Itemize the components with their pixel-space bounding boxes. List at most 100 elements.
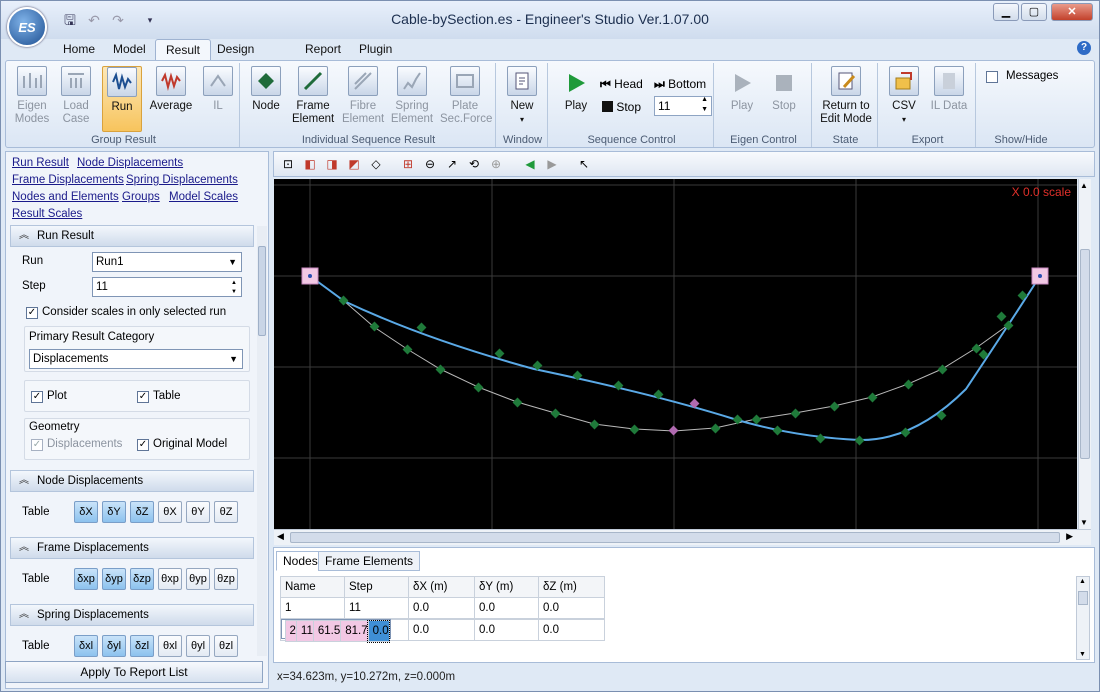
column-header-dz[interactable]: δZ (m) — [538, 576, 605, 598]
cell-dz-current[interactable]: 0.0 — [367, 619, 391, 643]
messages-checkbox[interactable] — [986, 71, 998, 83]
step-input[interactable]: 11 ▲ ▼ — [92, 277, 242, 297]
cell-name[interactable]: 2 — [284, 620, 297, 642]
tab-result[interactable]: Result — [155, 39, 212, 61]
bottom-button[interactable]: ⏭ Bottom — [654, 77, 706, 92]
node-marker[interactable] — [790, 408, 801, 419]
cell-dx[interactable]: 0.0 — [408, 597, 475, 619]
node-marker[interactable] — [732, 414, 743, 425]
pointer-icon[interactable]: ↖ — [576, 156, 592, 172]
back-arrow-icon[interactable]: ◀ — [522, 156, 538, 172]
view-front-icon[interactable]: ◧ — [302, 156, 318, 172]
run-button[interactable]: Run — [102, 66, 142, 132]
eigen-play-button[interactable]: Play — [726, 66, 758, 113]
node-ry-toggle[interactable]: θY — [186, 501, 210, 523]
il-data-button[interactable]: IL Data — [928, 66, 970, 113]
node-marker[interactable] — [416, 322, 427, 333]
cell-dy[interactable]: 81.7 — [340, 620, 369, 642]
node-marker[interactable] — [402, 344, 413, 355]
original-model-checkbox[interactable]: ✓ — [137, 439, 149, 451]
cell-step[interactable]: 11 — [295, 620, 314, 642]
node-marker[interactable] — [473, 382, 484, 393]
node-dz-toggle[interactable]: δZ — [130, 501, 154, 523]
minimize-button[interactable]: ▁ — [993, 3, 1019, 21]
spring-rzl-toggle[interactable]: θzl — [214, 635, 238, 657]
tab-home[interactable]: Home — [53, 39, 105, 61]
spring-dzl-toggle[interactable]: δzl — [130, 635, 154, 657]
tab-plugin[interactable]: Plugin — [349, 39, 402, 61]
left-panel-scrollbar[interactable] — [257, 226, 267, 656]
node-marker[interactable] — [815, 433, 826, 444]
node-marker[interactable] — [903, 379, 914, 390]
run-result-header[interactable]: ︽ Run Result — [10, 225, 254, 247]
link-run-result[interactable]: Run Result — [12, 157, 69, 169]
spring-ryl-toggle[interactable]: θyl — [186, 635, 210, 657]
play-button[interactable]: Play — [558, 66, 594, 113]
cell-dz[interactable]: 0.0 — [538, 619, 605, 641]
selected-node-marker[interactable] — [668, 425, 679, 436]
node-marker[interactable] — [710, 423, 721, 434]
cell-dx[interactable]: 61.5 — [312, 620, 342, 642]
view-side-icon[interactable]: ◩ — [346, 156, 362, 172]
node-marker[interactable] — [629, 424, 640, 435]
link-spring-displacements[interactable]: Spring Displacements — [126, 174, 238, 186]
scroll-down-icon[interactable]: ▼ — [1080, 518, 1088, 527]
scroll-down-icon[interactable]: ▼ — [1079, 651, 1086, 658]
node-dy-toggle[interactable]: δY — [102, 501, 126, 523]
model-viewport[interactable]: X 0.0 scale — [274, 179, 1077, 529]
link-model-scales[interactable]: Model Scales — [169, 191, 238, 203]
step-spinner[interactable]: 11 ▲ ▼ — [654, 96, 712, 116]
close-button[interactable]: ✕ — [1051, 3, 1093, 21]
apply-to-report-button[interactable]: Apply To Report List — [5, 661, 263, 683]
scroll-up-icon[interactable]: ▲ — [1080, 181, 1088, 190]
column-header-dy[interactable]: δY (m) — [474, 576, 539, 598]
fibre-element-button[interactable]: Fibre Element — [342, 66, 384, 126]
fit-all-icon[interactable]: ⊡ — [280, 156, 296, 172]
node-marker[interactable] — [772, 425, 783, 436]
geometry-displacements-checkbox[interactable]: ✓ — [31, 439, 43, 451]
head-button[interactable]: ⏮ Head — [600, 77, 643, 92]
cell-dy[interactable]: 0.0 — [474, 597, 539, 619]
link-node-displacements[interactable]: Node Displacements — [77, 157, 183, 169]
column-header-step[interactable]: Step — [344, 576, 409, 598]
viewport-vertical-scrollbar[interactable]: ▲ ▼ — [1078, 179, 1091, 529]
link-result-scales[interactable]: Result Scales — [12, 208, 82, 220]
il-button[interactable]: IL — [200, 66, 236, 113]
spring-displacements-header[interactable]: ︽ Spring Displacements — [10, 604, 254, 626]
node-marker[interactable] — [751, 414, 762, 425]
cell-name[interactable]: 1 — [280, 597, 345, 619]
viewport-horizontal-scrollbar[interactable]: ◀ ▶ — [274, 529, 1091, 545]
spring-element-button[interactable]: Spring Element — [390, 66, 434, 126]
frame-rzp-toggle[interactable]: θzp — [214, 568, 238, 590]
consider-scales-checkbox[interactable]: ✓ — [26, 307, 38, 319]
table-checkbox[interactable]: ✓ — [137, 391, 149, 403]
app-logo[interactable]: ES — [7, 7, 47, 47]
node-marker[interactable] — [435, 364, 446, 375]
node-marker[interactable] — [550, 408, 561, 419]
average-button[interactable]: Average — [148, 66, 194, 113]
scrollbar-thumb[interactable] — [1078, 591, 1088, 605]
link-groups[interactable]: Groups — [122, 191, 160, 203]
cell-dz[interactable]: 0.0 — [538, 597, 605, 619]
frame-rxp-toggle[interactable]: θxp — [158, 568, 182, 590]
node-dx-toggle[interactable]: δX — [74, 501, 98, 523]
stop-button[interactable]: Stop — [602, 100, 641, 114]
spinner-arrows-icon[interactable]: ▲ ▼ — [701, 95, 708, 115]
scrollbar-thumb[interactable] — [258, 246, 266, 336]
node-displacements-header[interactable]: ︽ Node Displacements — [10, 470, 254, 492]
frame-dzp-toggle[interactable]: δzp — [130, 568, 154, 590]
node-marker[interactable] — [829, 401, 840, 412]
spring-dxl-toggle[interactable]: δxl — [74, 635, 98, 657]
forward-arrow-icon[interactable]: ▶ — [544, 156, 560, 172]
rotate-icon[interactable]: ⟲ — [466, 156, 482, 172]
scrollbar-thumb[interactable] — [290, 532, 1060, 543]
scroll-left-icon[interactable]: ◀ — [277, 531, 284, 542]
zoom-window-icon[interactable]: ⊞ — [400, 156, 416, 172]
cell-dy[interactable]: 0.0 — [474, 619, 539, 641]
node-button[interactable]: Node — [248, 66, 284, 113]
tab-frame-elements[interactable]: Frame Elements — [318, 551, 421, 571]
category-select[interactable]: Displacements ▼ — [29, 349, 243, 369]
node-marker[interactable] — [512, 397, 523, 408]
spring-rxl-toggle[interactable]: θxl — [158, 635, 182, 657]
link-nodes-and-elements[interactable]: Nodes and Elements — [12, 191, 119, 203]
